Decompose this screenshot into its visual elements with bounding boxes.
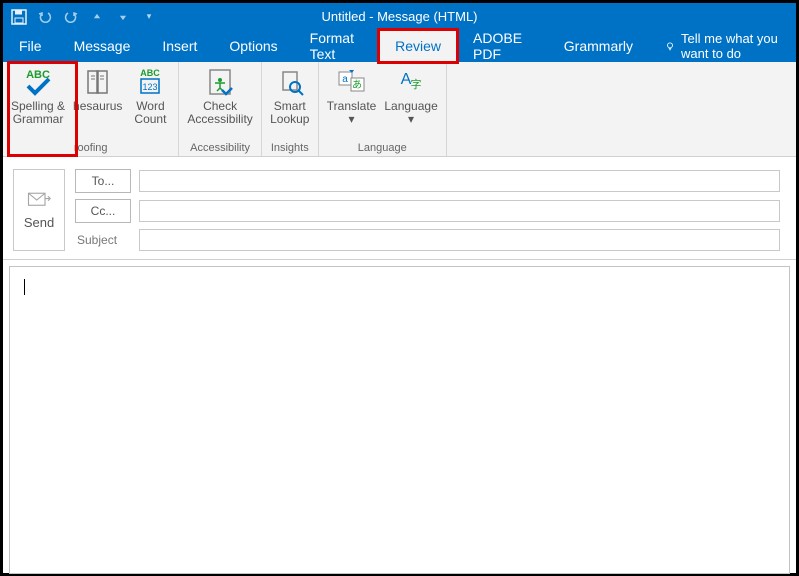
smart-lookup-button[interactable]: Smart Lookup: [266, 64, 314, 128]
svg-text:あ: あ: [352, 79, 362, 91]
tab-file[interactable]: File: [3, 30, 58, 62]
thesaurus-icon: [82, 66, 114, 98]
group-language: a あ Translate ▾ A 字 Language ▾: [319, 62, 447, 156]
up-arrow-icon[interactable]: [89, 9, 105, 25]
svg-text:字: 字: [411, 77, 422, 91]
ribbon: ABC Spelling & Grammar hesaurus: [3, 62, 796, 157]
quick-access-toolbar: ▾: [3, 9, 157, 25]
compose-fields: To... Cc... Subject: [75, 169, 780, 251]
chevron-down-icon: ▾: [408, 113, 414, 126]
translate-icon: a あ: [336, 66, 368, 98]
tell-me-search[interactable]: Tell me what you want to do: [649, 30, 796, 62]
ribbon-tab-row: File Message Insert Options Format Text …: [3, 30, 796, 62]
qat-customize-icon[interactable]: ▾: [141, 9, 157, 25]
message-body[interactable]: [9, 266, 790, 574]
check-accessibility-button[interactable]: Check Accessibility: [183, 64, 256, 128]
tell-me-label: Tell me what you want to do: [681, 31, 796, 61]
save-icon[interactable]: [11, 9, 27, 25]
title-bar: ▾ Untitled - Message (HTML): [3, 3, 796, 30]
chevron-down-icon: ▾: [349, 113, 355, 126]
tab-review[interactable]: Review: [379, 30, 457, 62]
group-proofing: ABC Spelling & Grammar hesaurus: [3, 62, 179, 156]
cc-button[interactable]: Cc...: [75, 199, 131, 223]
undo-icon[interactable]: [37, 9, 53, 25]
word-count-icon: ABC 123: [134, 66, 166, 98]
tab-options[interactable]: Options: [213, 30, 293, 62]
translate-button[interactable]: a あ Translate ▾: [323, 64, 381, 128]
smart-lookup-icon: [274, 66, 306, 98]
subject-label: Subject: [75, 233, 131, 247]
tab-grammarly[interactable]: Grammarly: [548, 30, 649, 62]
language-button[interactable]: A 字 Language ▾: [380, 64, 441, 128]
redo-icon[interactable]: [63, 9, 79, 25]
cc-input[interactable]: [139, 200, 780, 222]
word-count-button[interactable]: ABC 123 Word Count: [126, 64, 174, 128]
to-button[interactable]: To...: [75, 169, 131, 193]
accessibility-icon: [204, 66, 236, 98]
send-button[interactable]: Send: [13, 169, 65, 251]
send-label: Send: [24, 215, 54, 230]
svg-text:ABC: ABC: [141, 68, 161, 78]
tab-adobe-pdf[interactable]: ADOBE PDF: [457, 30, 548, 62]
svg-text:a: a: [342, 74, 348, 85]
text-cursor: [24, 279, 25, 295]
group-label-insights: Insights: [266, 142, 314, 156]
spelling-grammar-button[interactable]: ABC Spelling & Grammar: [7, 64, 69, 128]
send-icon: [27, 191, 51, 209]
group-label-language: Language: [323, 142, 442, 156]
subject-input[interactable]: [139, 229, 780, 251]
tab-format-text[interactable]: Format Text: [294, 30, 379, 62]
group-accessibility: Check Accessibility Accessibility: [179, 62, 261, 156]
spelling-icon: ABC: [22, 66, 54, 98]
thesaurus-button[interactable]: hesaurus: [69, 64, 126, 115]
group-label-accessibility: Accessibility: [183, 142, 256, 156]
group-insights: Smart Lookup Insights: [262, 62, 319, 156]
svg-text:123: 123: [143, 82, 158, 92]
group-label-proofing: roofing: [7, 142, 174, 156]
to-input[interactable]: [139, 170, 780, 192]
language-icon: A 字: [395, 66, 427, 98]
tab-message[interactable]: Message: [58, 30, 147, 62]
down-arrow-icon[interactable]: [115, 9, 131, 25]
tab-insert[interactable]: Insert: [146, 30, 213, 62]
compose-header: Send To... Cc... Subject: [3, 157, 796, 260]
lightbulb-icon: [665, 39, 675, 53]
